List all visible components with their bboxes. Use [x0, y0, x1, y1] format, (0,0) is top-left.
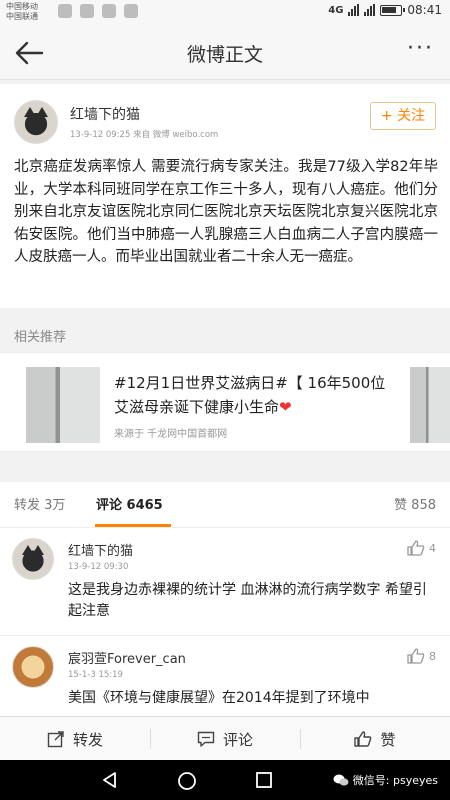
notification-icon	[58, 4, 72, 18]
battery-icon	[380, 4, 406, 16]
comment-text: 这是我身边赤裸裸的统计学 血淋淋的流行病学数字 希望引起注意	[68, 582, 427, 619]
home-circle-icon[interactable]	[176, 770, 198, 792]
heart-icon: ❤	[279, 398, 292, 416]
carrier-2: 中国联通	[6, 12, 38, 21]
comment-item: 红墙下的猫 13-9-12 09:30 这是我身边赤裸裸的统计学 血淋淋的流行病…	[0, 528, 450, 636]
signal-icon-2	[364, 4, 376, 16]
avatar[interactable]	[14, 100, 58, 144]
comment-icon	[197, 731, 215, 747]
related-thumbnail	[26, 367, 100, 443]
commenter-name[interactable]: 红墙下的猫	[68, 540, 133, 559]
related-title: #12月1日世界艾滋病日#【 16年500位艾滋母亲诞下健康小生命❤	[114, 371, 394, 419]
action-bar: 转发 评论 赞	[0, 716, 450, 760]
comment-like-count: 8	[429, 649, 436, 663]
like-button[interactable]: 赞	[300, 717, 450, 761]
watermark-text: 微信号: psyeyes	[352, 774, 438, 787]
author-name[interactable]: 红墙下的猫	[70, 104, 140, 124]
network-type: 4G	[328, 4, 344, 16]
notification-icons	[58, 4, 138, 18]
related-thumbnail-2	[410, 367, 450, 443]
notification-icon	[102, 4, 116, 18]
thumbs-up-icon	[407, 540, 425, 556]
back-triangle-icon[interactable]	[100, 770, 120, 790]
weibo-post: 红墙下的猫 13-9-12 09:25 来自 微博 weibo.com + 关注…	[0, 84, 450, 308]
thumbs-up-icon	[407, 648, 425, 664]
page-title: 微博正文	[186, 44, 263, 66]
post-meta: 13-9-12 09:25 来自 微博 weibo.com	[70, 130, 219, 140]
signal-icon	[348, 4, 360, 16]
nav-bar: 微博正文 ···	[0, 26, 450, 80]
status-bar: 中国移动 中国联通 4G 08:41	[0, 0, 450, 26]
more-button[interactable]: ···	[407, 36, 434, 61]
comment-like-button[interactable]: 8	[407, 648, 436, 664]
related-card[interactable]: #12月1日世界艾滋病日#【 16年500位艾滋母亲诞下健康小生命❤ 来源于 千…	[0, 352, 450, 452]
clock: 08:41	[407, 3, 442, 17]
recents-square-icon[interactable]	[254, 770, 274, 790]
carrier-info: 中国移动 中国联通	[6, 2, 38, 22]
like-label: 赞	[380, 730, 396, 749]
notification-icon	[124, 4, 138, 18]
notification-icon	[80, 4, 94, 18]
follow-button[interactable]: + 关注	[370, 102, 436, 130]
carrier-1: 中国移动	[6, 2, 38, 11]
avatar[interactable]	[12, 538, 54, 580]
comment-like-button[interactable]: 4	[407, 540, 436, 556]
related-title-text: #12月1日世界艾滋病日#【 16年500位艾滋母亲诞下健康小生命	[114, 374, 386, 416]
comment-button[interactable]: 评论	[150, 717, 300, 761]
comment-time: 13-9-12 09:30	[68, 562, 129, 572]
related-source: 来源于 千龙网中国首都网	[114, 429, 228, 440]
comment-like-count: 4	[429, 541, 436, 555]
comment-text: 美国《环境与健康展望》在2014年提到了环境中	[68, 690, 370, 706]
status-right: 4G 08:41	[328, 3, 442, 17]
system-nav-bar: 微信号: psyeyes	[0, 760, 450, 800]
repost-label: 转发	[72, 730, 103, 749]
avatar[interactable]	[12, 646, 54, 688]
tab-repost[interactable]: 转发 3万	[14, 494, 65, 513]
comment-item: 宸羽萱Forever_can 15-1-3 15:19 美国《环境与健康展望》在…	[0, 636, 450, 716]
post-body: 北京癌症发病率惊人 需要流行病专家关注。我是77级入学82年毕业，大学本科同班同…	[14, 159, 438, 265]
tab-underline	[95, 524, 171, 527]
comment-label: 评论	[222, 730, 253, 749]
watermark: 微信号: psyeyes	[333, 772, 438, 788]
tab-comments[interactable]: 评论 6465	[96, 494, 163, 513]
related-label: 相关推荐	[14, 330, 67, 345]
thumbs-up-icon	[354, 731, 372, 747]
repost-icon	[47, 731, 64, 748]
repost-button[interactable]: 转发	[0, 717, 150, 761]
interaction-tabs: 转发 3万 评论 6465 赞 858	[0, 482, 450, 528]
commenter-name[interactable]: 宸羽萱Forever_can	[68, 648, 186, 667]
tab-likes[interactable]: 赞 858	[394, 494, 436, 513]
comment-time: 15-1-3 15:19	[68, 670, 123, 680]
wechat-icon	[333, 774, 349, 786]
